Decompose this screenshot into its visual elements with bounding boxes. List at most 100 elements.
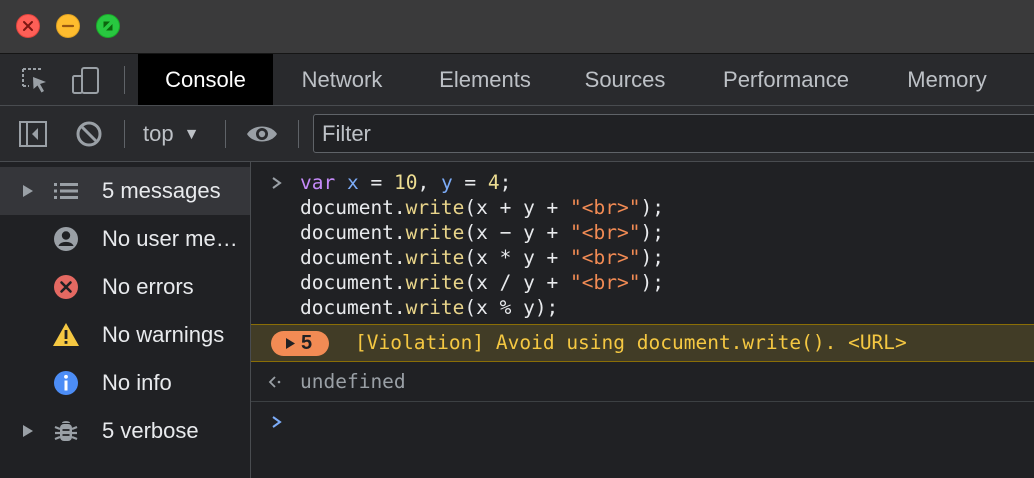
sidebar-item-messages[interactable]: 5 messages bbox=[0, 167, 250, 215]
code-token: (x + y + bbox=[464, 196, 571, 219]
repeat-count: 5 bbox=[301, 332, 313, 354]
tabbar-divider bbox=[124, 66, 125, 94]
inspect-element-icon[interactable] bbox=[18, 64, 50, 96]
toolbar-divider bbox=[225, 120, 226, 148]
code-token: (x * y + bbox=[464, 246, 571, 269]
code-token: 10 bbox=[393, 171, 418, 194]
code-token: ); bbox=[640, 271, 664, 294]
list-icon bbox=[54, 183, 78, 199]
code-token: document. bbox=[300, 221, 406, 244]
code-token: (x − y + bbox=[464, 221, 571, 244]
tab-memory[interactable]: Memory bbox=[888, 54, 1006, 105]
caret-down-icon: ▼ bbox=[183, 126, 200, 143]
code-line: document.write(x * y + "<br>"); bbox=[300, 245, 664, 270]
violation-warning-message[interactable]: 5 [Violation] Avoid using document.write… bbox=[251, 324, 1034, 362]
code-token: ); bbox=[640, 246, 664, 269]
result-arrow-icon bbox=[268, 376, 281, 388]
sidebar-item-errors[interactable]: No errors bbox=[0, 263, 250, 311]
expand-triangle-icon[interactable] bbox=[22, 424, 34, 438]
code-token: write bbox=[405, 196, 465, 219]
code-line: document.write(x % y); bbox=[300, 295, 558, 320]
live-expression-eye-icon[interactable] bbox=[245, 118, 279, 150]
bug-icon bbox=[54, 421, 78, 441]
code-token: write bbox=[405, 296, 465, 319]
tab-sources[interactable]: Sources bbox=[566, 54, 684, 105]
console-prompt-input[interactable] bbox=[251, 402, 1034, 442]
prompt-chevron-icon bbox=[272, 416, 282, 428]
expand-triangle-icon[interactable] bbox=[22, 184, 34, 198]
code-line: document.write(x / y + "<br>"); bbox=[300, 270, 664, 295]
tab-performance[interactable]: Performance bbox=[703, 54, 869, 105]
close-icon bbox=[23, 21, 33, 31]
tab-network[interactable]: Network bbox=[282, 54, 402, 105]
result-value: undefined bbox=[300, 370, 406, 393]
code-token: "<br>" bbox=[570, 221, 641, 244]
sidebar-item-label: No user me… bbox=[102, 226, 238, 251]
error-icon bbox=[54, 275, 78, 299]
toolbar-divider bbox=[124, 120, 125, 148]
console-output: var x = 10, y = 4; document.write(x + y +… bbox=[251, 162, 1034, 478]
code-token: document. bbox=[300, 196, 406, 219]
code-token: = bbox=[452, 171, 488, 194]
sidebar-item-label: No warnings bbox=[102, 322, 225, 347]
code-token: write bbox=[405, 221, 465, 244]
sidebar-toggle-icon[interactable] bbox=[17, 118, 49, 150]
console-sidebar: 5 messages No user me… No errors No warn… bbox=[0, 162, 251, 478]
info-icon bbox=[54, 371, 78, 395]
code-token: (x / y + bbox=[464, 271, 571, 294]
code-token: document. bbox=[300, 271, 406, 294]
console-input-echo: var x = 10, y = 4; document.write(x + y +… bbox=[251, 162, 1034, 324]
code-token: x bbox=[346, 171, 359, 194]
sidebar-item-user-messages[interactable]: No user me… bbox=[0, 215, 250, 263]
maximize-window-button[interactable] bbox=[96, 14, 120, 38]
code-token: document. bbox=[300, 246, 406, 269]
fullscreen-icon bbox=[103, 21, 113, 31]
code-token: write bbox=[405, 271, 465, 294]
code-token: var bbox=[300, 171, 336, 194]
sidebar-item-verbose[interactable]: 5 verbose bbox=[0, 407, 250, 455]
code-token: ; bbox=[499, 171, 512, 194]
sidebar-item-label: No errors bbox=[102, 274, 194, 299]
code-token: (x % y); bbox=[464, 296, 559, 319]
chevron-right-icon bbox=[272, 177, 282, 189]
code-token: write bbox=[405, 246, 465, 269]
minimize-window-button[interactable] bbox=[56, 14, 80, 38]
minimize-icon bbox=[61, 24, 75, 28]
console-toolbar: top ▼ Filter bbox=[0, 106, 1034, 162]
code-token: "<br>" bbox=[570, 246, 641, 269]
toolbar-divider bbox=[298, 120, 299, 148]
sidebar-item-label: No info bbox=[102, 370, 172, 395]
warning-icon bbox=[53, 323, 79, 346]
devtools-tabbar: Console Network Elements Sources Perform… bbox=[0, 54, 1034, 106]
sidebar-item-info[interactable]: No info bbox=[0, 359, 250, 407]
clear-console-icon[interactable] bbox=[73, 118, 105, 150]
repeat-count-badge[interactable]: 5 bbox=[271, 331, 329, 356]
code-line: document.write(x + y + "<br>"); bbox=[300, 195, 664, 220]
context-selector[interactable]: top ▼ bbox=[143, 118, 199, 150]
code-token: ); bbox=[640, 196, 664, 219]
code-token: "<br>" bbox=[570, 271, 641, 294]
sidebar-item-warnings[interactable]: No warnings bbox=[0, 311, 250, 359]
code-token: "<br>" bbox=[570, 196, 641, 219]
warning-text: [Violation] Avoid using document.write()… bbox=[355, 331, 907, 354]
sidebar-item-label: 5 messages bbox=[102, 178, 221, 203]
code-token: y bbox=[440, 171, 453, 194]
expand-triangle-icon bbox=[286, 338, 295, 349]
console-result: undefined bbox=[251, 362, 1034, 402]
sidebar-item-label: 5 verbose bbox=[102, 418, 199, 443]
window-titlebar bbox=[0, 0, 1034, 54]
tab-console[interactable]: Console bbox=[138, 54, 273, 105]
code-token: 4 bbox=[487, 171, 500, 194]
code-line: document.write(x − y + "<br>"); bbox=[300, 220, 664, 245]
close-window-button[interactable] bbox=[16, 14, 40, 38]
code-token: ); bbox=[640, 221, 664, 244]
context-label: top bbox=[143, 121, 174, 146]
filter-input[interactable]: Filter bbox=[313, 114, 1034, 153]
tab-elements[interactable]: Elements bbox=[420, 54, 550, 105]
code-token: = bbox=[358, 171, 394, 194]
device-toolbar-icon[interactable] bbox=[70, 64, 102, 96]
user-icon bbox=[54, 227, 78, 251]
code-token: document. bbox=[300, 296, 406, 319]
code-token: , bbox=[417, 171, 441, 194]
